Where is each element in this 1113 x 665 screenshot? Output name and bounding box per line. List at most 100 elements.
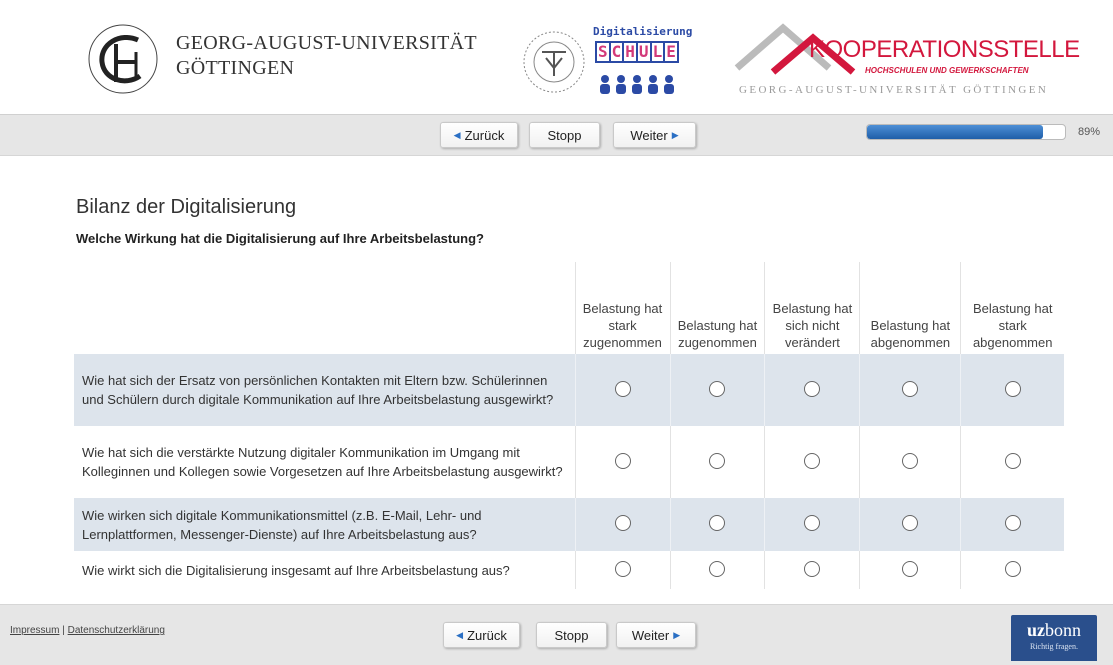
- next-button[interactable]: Weiter ▶: [613, 122, 696, 148]
- back-button[interactable]: ◀ Zurück: [440, 122, 518, 148]
- digi-letter: E: [663, 41, 679, 63]
- back-button-bottom[interactable]: ◀ Zurück: [443, 622, 520, 648]
- privacy-link[interactable]: Datenschutzerklärung: [68, 625, 165, 636]
- column-header: Belastung hat zugenommen: [669, 262, 765, 354]
- radio-option[interactable]: [902, 452, 919, 469]
- option-cell: [669, 426, 765, 498]
- radio-option[interactable]: [709, 380, 726, 397]
- radio-option[interactable]: [804, 560, 821, 577]
- stop-button[interactable]: Stopp: [529, 122, 600, 148]
- option-cell: [960, 426, 1064, 498]
- stop-button-bottom[interactable]: Stopp: [536, 622, 607, 648]
- option-cell: [764, 498, 860, 551]
- radio-option[interactable]: [1004, 380, 1021, 397]
- column-header: Belastung hat stark zugenommen: [574, 262, 670, 354]
- radio-option[interactable]: [709, 560, 726, 577]
- rating-matrix: Belastung hat stark zugenommen Belastung…: [74, 262, 1064, 589]
- option-cell: [764, 426, 860, 498]
- koop-subtitle: HOCHSCHULEN UND GEWERKSCHAFTEN: [865, 66, 1029, 75]
- back-button-label: Zurück: [467, 627, 507, 643]
- matrix-row: Wie hat sich der Ersatz von persönlichen…: [74, 354, 1064, 426]
- option-cell: [764, 354, 860, 426]
- people-icon: [600, 75, 674, 94]
- radio-option[interactable]: [614, 452, 631, 469]
- radio-option[interactable]: [902, 380, 919, 397]
- column-header: Belastung hat sich nicht verändert: [764, 262, 860, 354]
- radio-option[interactable]: [804, 452, 821, 469]
- university-name: GEORG-AUGUST-UNIVERSITÄT GÖTTINGEN: [176, 31, 477, 81]
- university-name-line1: GEORG-AUGUST-UNIVERSITÄT: [176, 32, 477, 54]
- option-cell: [574, 551, 670, 589]
- impressum-link[interactable]: Impressum: [10, 625, 59, 636]
- row-question: Wie hat sich die verstärkte Nutzung digi…: [82, 445, 563, 479]
- radio-option[interactable]: [1004, 452, 1021, 469]
- back-button-label: Zurück: [464, 127, 505, 143]
- radio-option[interactable]: [614, 560, 631, 577]
- digi-logo-schule: SCHULE: [595, 41, 679, 63]
- option-cell: [669, 498, 765, 551]
- uzbonn-tagline: Richtig fragen.: [1030, 642, 1078, 651]
- option-cell: [574, 498, 670, 551]
- option-cell: [859, 551, 961, 589]
- option-cell: [859, 498, 961, 551]
- row-question: Wie wirkt sich die Digitalisierung insge…: [82, 562, 510, 578]
- next-button-bottom[interactable]: Weiter ▶: [616, 622, 696, 648]
- matrix-row: Wie wirken sich digitale Kommunikationsm…: [74, 498, 1064, 551]
- radio-option[interactable]: [804, 515, 821, 531]
- radio-option[interactable]: [902, 560, 919, 577]
- question-text: Welche Wirkung hat die Digitalisierung a…: [76, 231, 484, 246]
- radio-option[interactable]: [902, 515, 919, 531]
- option-cell: [859, 354, 961, 426]
- matrix-row: Wie hat sich die verstärkte Nutzung digi…: [74, 426, 1064, 498]
- radio-option[interactable]: [614, 380, 631, 397]
- stop-button-label: Stopp: [547, 127, 582, 143]
- bottom-navigation-bar: ◀ Zurück Stopp Weiter ▶: [0, 604, 1113, 665]
- university-name-line2: GÖTTINGEN: [176, 57, 295, 79]
- page-title: Bilanz der Digitalisierung: [76, 196, 297, 218]
- koop-title: KOOPERATIONSSTELLE: [809, 36, 1080, 63]
- radio-option[interactable]: [709, 515, 726, 531]
- digitalisierung-schule-logo: Digitalisierung SCHULE: [593, 25, 693, 101]
- option-cell: [574, 426, 670, 498]
- digi-logo-title: Digitalisierung: [593, 25, 693, 38]
- option-cell: [859, 426, 961, 498]
- arrow-right-icon: ▶: [671, 129, 679, 140]
- option-cell: [574, 354, 670, 426]
- matrix-header-row: Belastung hat stark zugenommen Belastung…: [74, 262, 1064, 354]
- radio-option[interactable]: [804, 380, 821, 397]
- uzbonn-bold: uz: [1027, 620, 1045, 640]
- stop-button-label: Stopp: [554, 627, 589, 643]
- kooperationsstelle-logo: KOOPERATIONSSTELLE HOCHSCHULEN UND GEWER…: [733, 22, 1080, 104]
- uzbonn-logo[interactable]: uzbonn Richtig fragen.: [1011, 615, 1097, 661]
- progress-percent: 89%: [1078, 126, 1101, 138]
- column-header: Belastung hat abgenommen: [859, 262, 961, 354]
- arrow-right-icon: ▶: [673, 629, 681, 640]
- uzbonn-wordmark: uzbonn: [1011, 618, 1097, 642]
- option-cell: [764, 551, 860, 589]
- footer-links: Impressum | Datenschutzerklärung: [10, 625, 165, 636]
- matrix-corner: [74, 262, 575, 354]
- arrow-left-icon: ◀: [456, 629, 464, 640]
- radio-option[interactable]: [1004, 560, 1021, 577]
- row-question: Wie hat sich der Ersatz von persönlichen…: [74, 354, 576, 426]
- arrow-left-icon: ◀: [453, 129, 461, 140]
- next-button-label: Weiter: [630, 127, 668, 143]
- top-navigation-bar: ◀ Zurück Stopp Weiter ▶ 89%: [0, 114, 1113, 156]
- option-cell: [960, 354, 1064, 426]
- option-cell: [960, 551, 1064, 589]
- radio-option[interactable]: [614, 515, 631, 531]
- university-seal-logo: [88, 24, 158, 94]
- matrix-row: Wie wirkt sich die Digitalisierung insge…: [74, 551, 1064, 589]
- next-button-label: Weiter: [631, 627, 670, 643]
- option-cell: [960, 498, 1064, 551]
- koop-university: GEORG-AUGUST-UNIVERSITÄT GÖTTINGEN: [739, 84, 1049, 96]
- radio-option[interactable]: [709, 452, 726, 469]
- option-cell: [669, 354, 765, 426]
- column-header: Belastung hat stark abgenommen: [960, 262, 1064, 354]
- foundation-seal-logo: [523, 31, 585, 93]
- footer-separator: |: [62, 625, 65, 636]
- row-question: Wie wirken sich digitale Kommunikationsm…: [74, 498, 576, 551]
- progress-bar-fill: [867, 125, 1044, 139]
- radio-option[interactable]: [1004, 515, 1021, 531]
- progress-bar: [866, 124, 1066, 140]
